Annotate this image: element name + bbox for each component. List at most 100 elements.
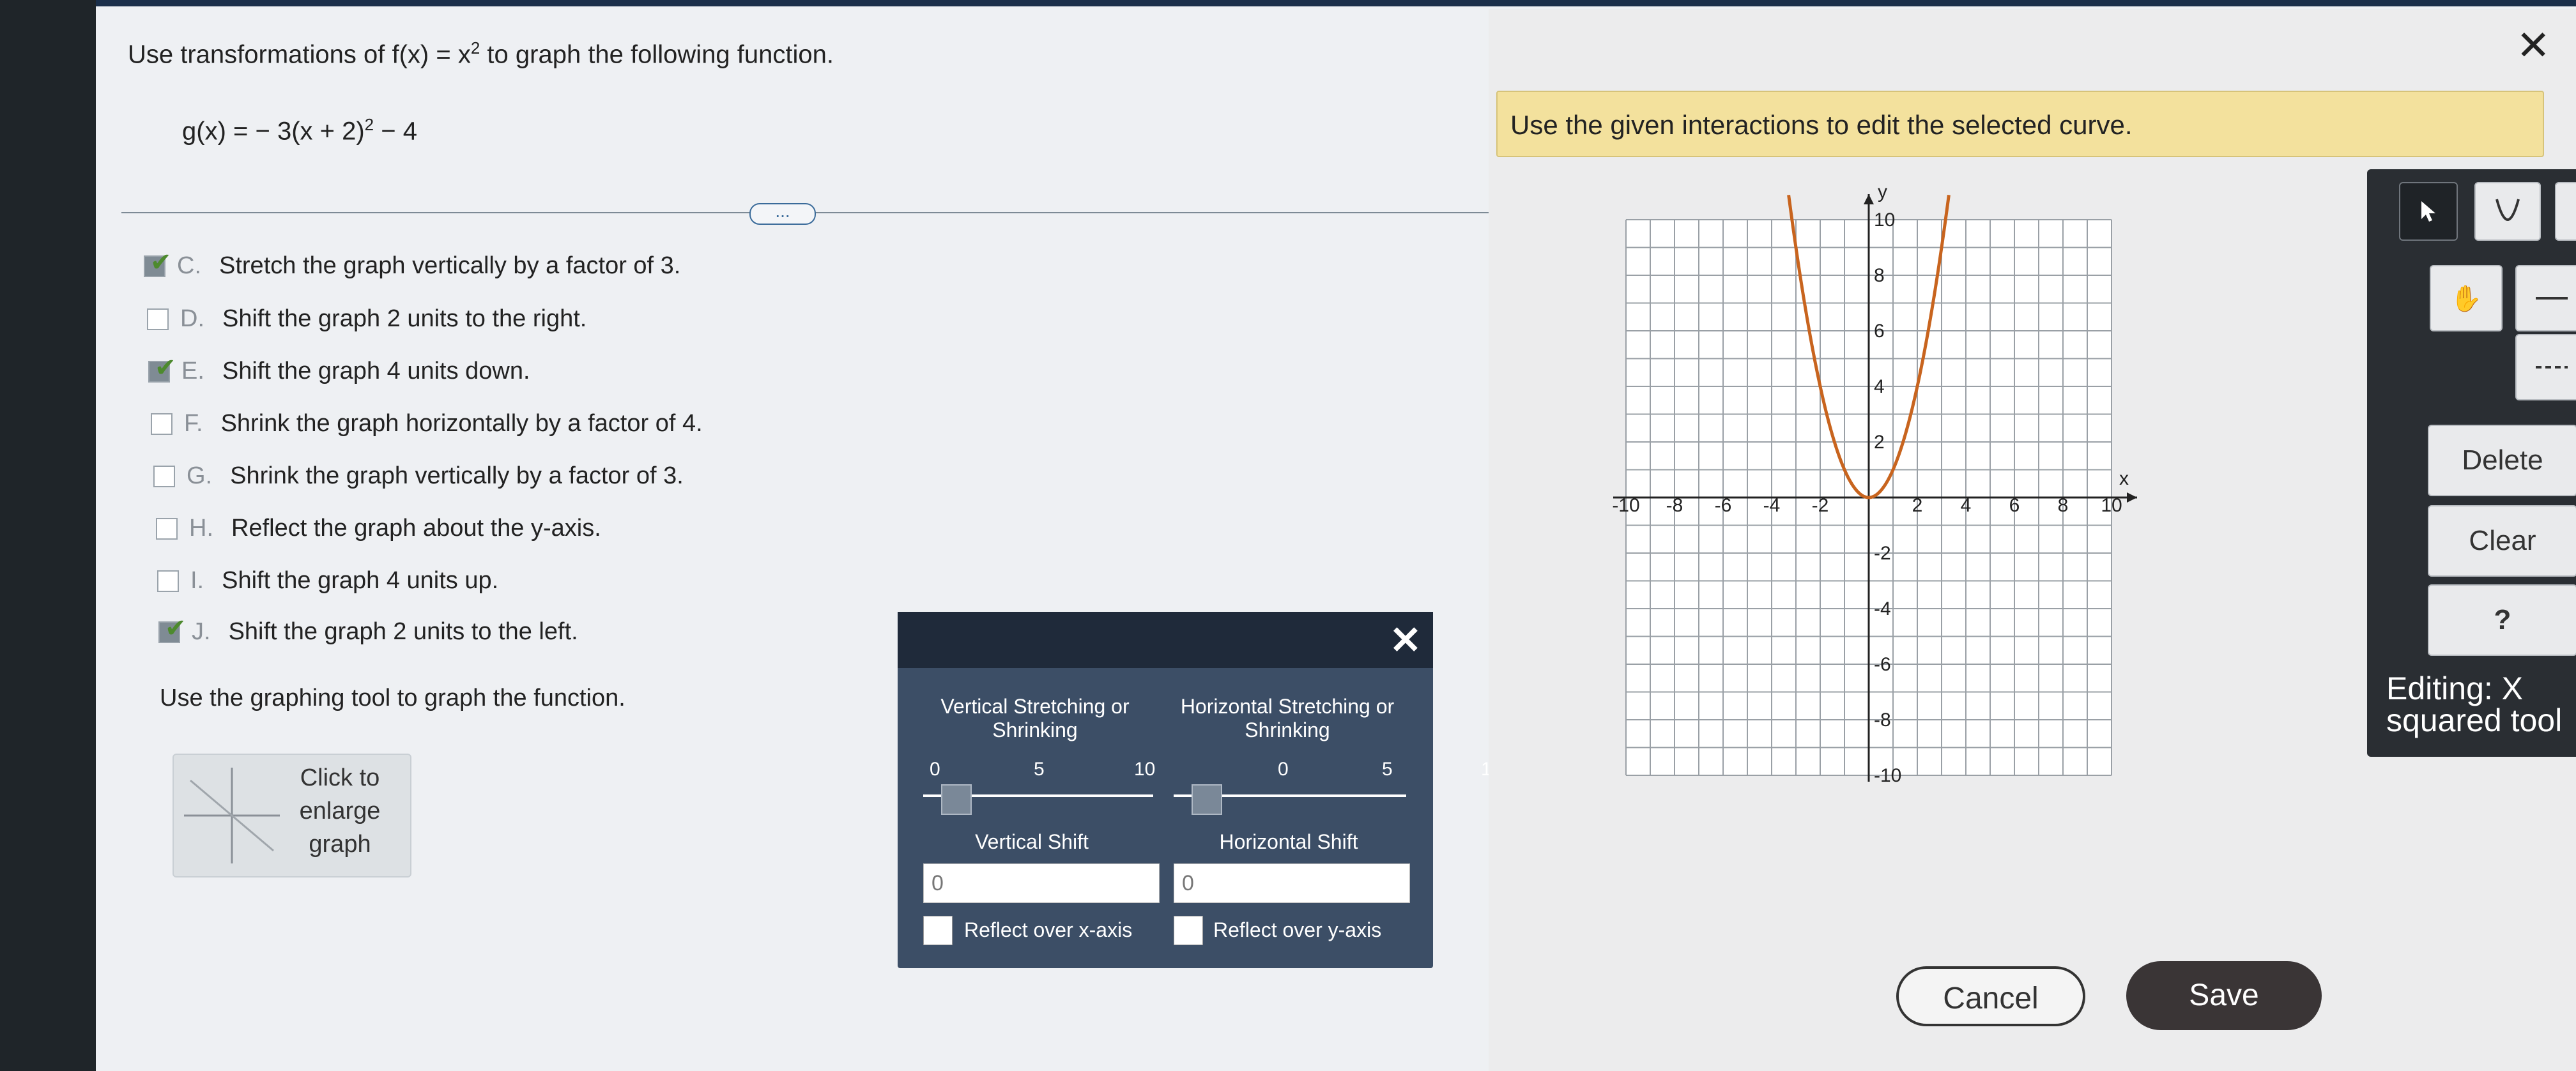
slider-handle[interactable] xyxy=(1192,784,1222,815)
function-body: g(x) = − 3(x + 2) xyxy=(182,117,365,146)
vertical-stretch-slider[interactable] xyxy=(923,783,1153,815)
option-checkbox[interactable] xyxy=(147,308,169,330)
pointer-icon xyxy=(2421,201,2435,222)
reflect-y-checkbox[interactable] xyxy=(1174,916,1203,945)
option-checkbox[interactable] xyxy=(151,413,172,435)
y-axis-label: y xyxy=(1878,181,1887,202)
vertical-stretch-label: Vertical Stretching or Shrinking xyxy=(940,695,1130,741)
x-tick-label: 2 xyxy=(1912,495,1923,516)
question-suffix: to graph the following function. xyxy=(480,40,834,69)
option-letter: D. xyxy=(180,305,204,332)
dashed-line-icon xyxy=(2536,366,2568,368)
question-exponent: 2 xyxy=(470,38,480,57)
option-f[interactable]: F. Shrink the graph horizontally by a fac… xyxy=(151,410,703,437)
option-text: Shift the graph 2 units to the left. xyxy=(228,618,578,645)
option-checkbox[interactable] xyxy=(156,517,178,540)
option-text: Stretch the graph vertically by a factor… xyxy=(219,252,681,279)
solid-line-button[interactable] xyxy=(2515,265,2576,331)
x-tick-label: -6 xyxy=(1715,495,1732,516)
pointer-tool-button[interactable] xyxy=(2399,182,2458,241)
option-checkbox[interactable]: ✔ xyxy=(148,354,176,383)
reflect-x-label: Reflect over x-axis xyxy=(964,918,1133,941)
dialog-header: ✕ xyxy=(898,612,1433,668)
hand-icon: ✋ xyxy=(2450,284,2482,313)
expand-dots-button[interactable]: ... xyxy=(749,202,816,225)
option-checkbox[interactable]: ✔ xyxy=(158,614,187,643)
x-axis-arrow xyxy=(2127,492,2137,503)
option-checkbox[interactable]: ✔ xyxy=(144,248,172,277)
x-tick-label: 8 xyxy=(2058,495,2069,516)
y-tick-label: -4 xyxy=(1874,598,1891,619)
question-text: Use transformations of f(x) = x2 to grap… xyxy=(128,38,834,69)
panel-close-icon[interactable]: ✕ xyxy=(2516,22,2550,70)
x-axis-label: x xyxy=(2119,468,2129,489)
sqrt-tool-button[interactable] xyxy=(2555,182,2576,241)
save-button[interactable]: Save xyxy=(2126,961,2322,1030)
y-axis-arrow xyxy=(1864,194,1874,204)
x-tick-label: 4 xyxy=(1961,495,1972,516)
option-e[interactable]: ✔ E. Shift the graph 4 units down. xyxy=(148,354,530,385)
function-text: g(x) = − 3(x + 2)2 − 4 xyxy=(182,115,417,146)
question-prefix: Use transformations of f(x) = x xyxy=(128,40,471,69)
sqrt-curve-icon xyxy=(2572,195,2576,227)
editing-status: Editing: X squared tool xyxy=(2386,671,2563,738)
instruction-banner: Use the given interactions to edit the s… xyxy=(1496,91,2544,157)
option-c[interactable]: ✔ C. Stretch the graph vertically by a fac… xyxy=(144,248,681,280)
horizontal-stretch-label: Horizontal Stretching or Shrinking xyxy=(1180,695,1395,741)
function-tail: − 4 xyxy=(374,117,417,146)
x-tick-label: -4 xyxy=(1763,495,1781,516)
checkmark-icon: ✔ xyxy=(150,248,172,277)
v-tick-10: 10 xyxy=(1134,759,1156,780)
checkmark-icon: ✔ xyxy=(155,353,176,382)
y-tick-label: 2 xyxy=(1874,432,1885,453)
option-i[interactable]: I. Shift the graph 4 units up. xyxy=(157,567,498,595)
vertical-shift-input[interactable] xyxy=(923,863,1160,903)
vertical-shift-label: Vertical Shift xyxy=(975,830,1089,853)
graph-toolbox: ✋ Delete Clear ? Editing: X squared tool xyxy=(2367,169,2576,757)
y-tick-label: -6 xyxy=(1874,654,1891,675)
delete-button[interactable]: Delete xyxy=(2428,425,2576,496)
divider xyxy=(121,212,1527,213)
option-h[interactable]: H. Reflect the graph about the y-axis. xyxy=(156,515,601,542)
option-letter: C. xyxy=(177,252,201,279)
coordinate-graph[interactable]: x y -10 -8 -6 -4 -2 2 4 6 8 10 10 8 6 4 2 -2 -4 -6 -8 -10 xyxy=(1562,181,2188,833)
x-tick-label: -10 xyxy=(1612,495,1639,516)
y-tick-label: 10 xyxy=(1874,209,1895,231)
v-tick-0: 0 xyxy=(930,759,940,780)
option-letter: F. xyxy=(184,410,203,437)
option-checkbox[interactable] xyxy=(153,465,175,487)
transformation-dialog: ✕ Vertical Stretching or Shrinking Horiz… xyxy=(898,612,1502,968)
parabola-tool-button[interactable] xyxy=(2474,182,2541,241)
cancel-button[interactable]: Cancel xyxy=(1896,966,2085,1026)
option-text: Shift the graph 4 units down. xyxy=(222,358,530,384)
option-g[interactable]: G. Shrink the graph vertically by a facto… xyxy=(153,462,684,490)
y-tick-label: -10 xyxy=(1874,765,1901,786)
checkmark-icon: ✔ xyxy=(165,614,187,642)
solid-line-icon xyxy=(2536,297,2568,300)
option-j[interactable]: ✔ J. Shift the graph 2 units to the left. xyxy=(158,614,578,646)
dialog-close-icon[interactable]: ✕ xyxy=(1390,618,1422,663)
y-tick-label: 6 xyxy=(1874,321,1885,342)
dashed-line-button[interactable] xyxy=(2515,334,2576,400)
option-d[interactable]: D. Shift the graph 2 units to the right. xyxy=(147,305,586,333)
horizontal-stretch-slider[interactable] xyxy=(1174,783,1406,815)
enlarge-graph-label: Click to enlarge graph xyxy=(299,764,381,858)
help-button[interactable]: ? xyxy=(2428,584,2576,656)
graph-instruction: Use the graphing tool to graph the funct… xyxy=(160,685,625,711)
x-tick-label: 10 xyxy=(2101,495,2122,516)
clear-button[interactable]: Clear xyxy=(2428,505,2576,577)
option-letter: J. xyxy=(192,618,211,645)
x-tick-label: -2 xyxy=(1812,495,1829,516)
x-tick-label: 6 xyxy=(2009,495,2020,516)
slider-handle[interactable] xyxy=(941,784,972,815)
enlarge-graph-button[interactable]: Click to enlarge graph xyxy=(172,754,411,877)
reflect-x-checkbox[interactable] xyxy=(923,916,953,945)
option-text: Reflect the graph about the y-axis. xyxy=(231,515,601,542)
hand-tool-button[interactable]: ✋ xyxy=(2430,265,2503,331)
option-checkbox[interactable] xyxy=(157,570,179,592)
parabola-icon xyxy=(2496,199,2520,221)
y-tick-label: -2 xyxy=(1874,543,1891,564)
horizontal-shift-input[interactable] xyxy=(1174,863,1410,903)
reflect-y-label: Reflect over y-axis xyxy=(1213,918,1382,941)
option-text: Shrink the graph horizontally by a facto… xyxy=(220,410,703,437)
